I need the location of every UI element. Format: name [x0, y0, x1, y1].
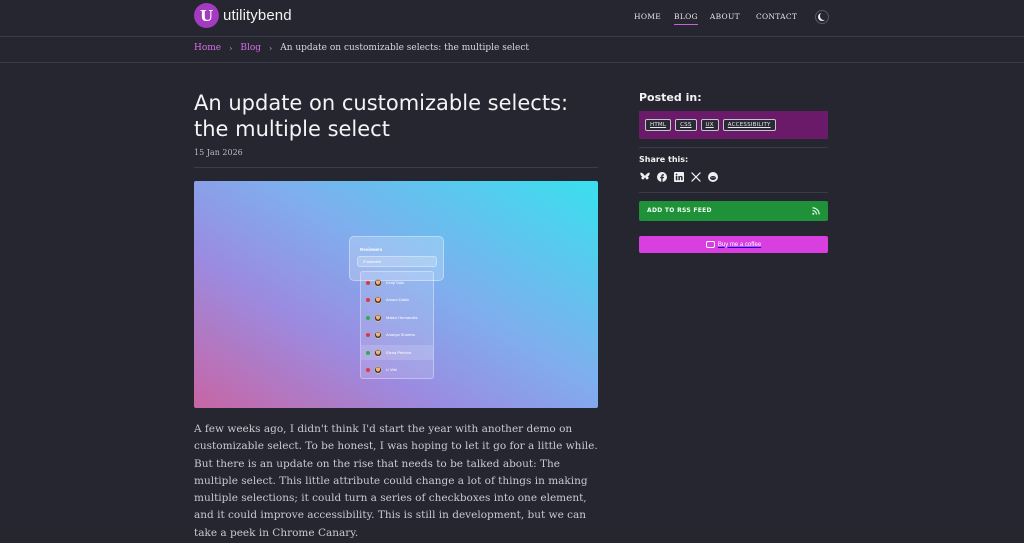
add-to-rss-button[interactable]: ADD TO RSS FEED	[639, 201, 828, 221]
demo-select-field: 2 selected ⌃	[357, 256, 437, 267]
rss-button-label: ADD TO RSS FEED	[647, 207, 712, 214]
chevron-up-icon: ⌃	[363, 259, 367, 264]
avatar	[374, 278, 382, 287]
option-name: Ananya Sharma	[386, 332, 415, 337]
post-date: 15 Jan 2026	[194, 148, 243, 157]
breadcrumb-home[interactable]: Home	[194, 43, 221, 53]
nav-blog[interactable]: BLOG	[674, 12, 698, 25]
status-dot	[366, 350, 370, 355]
avatar	[374, 348, 382, 357]
divider	[639, 192, 828, 193]
avatar	[374, 313, 382, 322]
status-dot	[366, 280, 370, 285]
divider	[0, 62, 1024, 63]
moon-icon	[820, 12, 828, 20]
list-item: Ananya Sharma	[361, 327, 433, 342]
facebook-icon[interactable]	[656, 171, 667, 182]
option-name: Amara Diallo	[386, 297, 409, 302]
tag-css[interactable]: CSS	[675, 119, 697, 131]
breadcrumb: Home › Blog › An update on customizable …	[194, 43, 529, 53]
x-icon[interactable]	[690, 171, 701, 182]
linkedin-icon[interactable]	[673, 171, 684, 182]
demo-options-list: Kenji Sato Amara Diallo Mateo Hernandez …	[360, 271, 434, 379]
option-name: Elena Petrova	[386, 350, 412, 355]
breadcrumb-current: An update on customizable selects: the m…	[280, 43, 530, 53]
buy-me-a-coffee-button[interactable]: Buy me a coffee	[639, 236, 828, 253]
status-dot	[366, 332, 370, 337]
article-body: A few weeks ago, I didn't think I'd star…	[194, 423, 598, 539]
avatar	[374, 330, 382, 339]
coffee-button-label: Buy me a coffee	[717, 241, 762, 248]
avatar	[374, 365, 382, 374]
coffee-cup-icon	[705, 241, 715, 248]
page-title: An update on customizable selects: the m…	[194, 91, 569, 141]
rss-icon	[812, 207, 820, 215]
site-header: U utilitybend HOME BLOG ABOUT CONTACT	[0, 0, 1024, 37]
reddit-icon[interactable]	[707, 171, 718, 182]
option-name: Kenji Sato	[386, 280, 405, 285]
list-item: Elena Petrova	[361, 345, 433, 360]
status-dot	[366, 297, 370, 302]
list-item: Li Wei	[361, 362, 433, 377]
chevron-right-icon: ›	[229, 43, 233, 53]
share-links	[639, 171, 724, 182]
tag-html[interactable]: HTML	[645, 119, 672, 131]
share-heading: Share this:	[639, 155, 689, 164]
tag-accessibility[interactable]: ACCESSIBILITY	[722, 119, 776, 131]
theme-toggle-button[interactable]	[815, 10, 829, 24]
main-nav: HOME BLOG ABOUT CONTACT	[634, 12, 797, 25]
list-item: Amara Diallo	[361, 292, 433, 307]
nav-contact[interactable]: CONTACT	[756, 12, 797, 25]
avatar	[374, 295, 382, 304]
divider	[194, 167, 598, 168]
site-name: utilitybend	[223, 7, 292, 24]
site-logo[interactable]: U utilitybend	[194, 3, 292, 28]
logo-badge-icon: U	[194, 3, 219, 28]
hero-image: Reviewers 2 selected ⌃ Kenji Sato Amara …	[194, 181, 598, 408]
option-name: Mateo Hernandez	[386, 315, 418, 320]
tag-ux[interactable]: UX	[700, 119, 719, 131]
nav-home[interactable]: HOME	[634, 12, 661, 25]
nav-about[interactable]: ABOUT	[710, 12, 740, 25]
breadcrumb-blog[interactable]: Blog	[240, 43, 261, 53]
list-item: Mateo Hernandez	[361, 310, 433, 325]
option-name: Li Wei	[386, 367, 398, 372]
bluesky-icon[interactable]	[639, 171, 650, 182]
chevron-right-icon: ›	[269, 43, 273, 53]
status-dot	[366, 367, 370, 372]
posted-in-heading: Posted in:	[639, 91, 702, 104]
list-item: Kenji Sato	[361, 275, 433, 290]
status-dot	[366, 315, 370, 320]
tags-list: HTML CSS UX ACCESSIBILITY	[639, 111, 828, 139]
demo-select-label: Reviewers	[360, 247, 383, 252]
divider	[639, 147, 828, 148]
